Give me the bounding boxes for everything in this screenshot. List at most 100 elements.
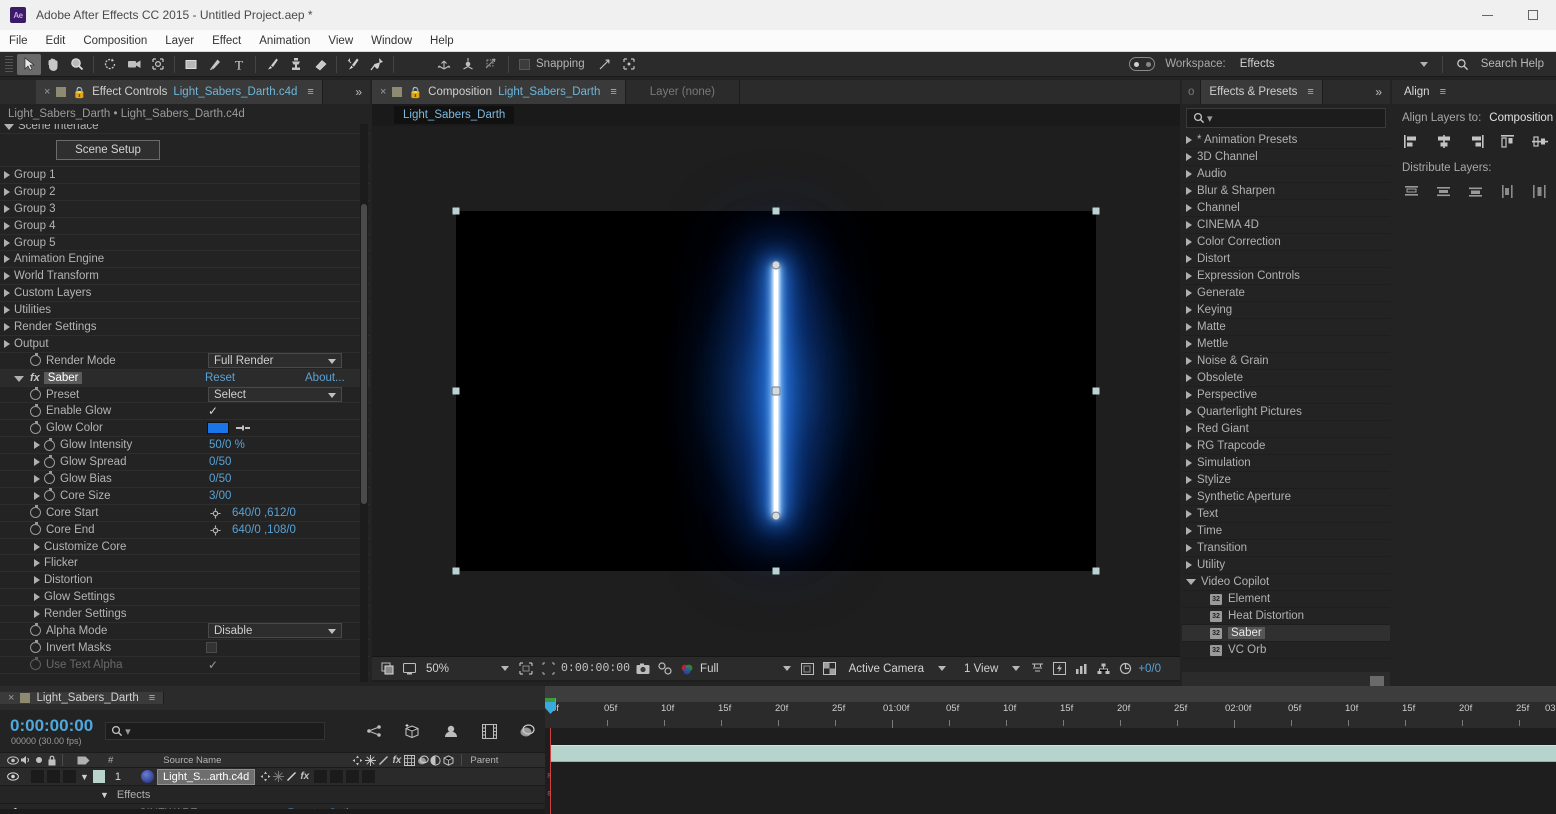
ec-row-saber-render-settings[interactable]: Render Settings	[0, 606, 370, 624]
fx-effect-element[interactable]: 32 Element	[1182, 591, 1390, 608]
panel-menu-icon[interactable]: ≡	[1440, 86, 1446, 98]
fx-category-animation-presets[interactable]: * Animation Presets	[1182, 132, 1390, 149]
frame-blend-switch-icon[interactable]	[403, 754, 416, 767]
layer-visibility-toggle[interactable]	[6, 770, 19, 783]
layer-quality-switch[interactable]	[285, 770, 298, 783]
fx-category-audio[interactable]: Audio	[1182, 166, 1390, 183]
lock-icon[interactable]: 🔒	[408, 86, 422, 99]
three-d-layer-icon[interactable]	[442, 754, 455, 767]
layer-anchor-handle[interactable]	[771, 386, 781, 396]
take-snapshot-icon[interactable]	[634, 661, 652, 677]
selection-handle-bc[interactable]	[772, 567, 780, 575]
ec-row-group-4[interactable]: Group 4	[0, 218, 370, 235]
workspace-select[interactable]: Effects	[1233, 54, 1434, 74]
region-of-interest-icon[interactable]	[517, 661, 535, 677]
fx-effect-vc-orb[interactable]: 32 VC Orb	[1182, 642, 1390, 659]
ec-row-use-text-alpha[interactable]: Use Text Alpha ✓	[0, 657, 370, 674]
fx-category-stylize[interactable]: Stylize	[1182, 472, 1390, 489]
ec-row-flicker[interactable]: Flicker	[0, 555, 370, 573]
pan-behind-tool[interactable]	[146, 54, 170, 75]
panel-menu-icon[interactable]: ≡	[149, 692, 155, 704]
label-color-icon[interactable]	[77, 754, 90, 767]
text-tool[interactable]: T	[227, 54, 251, 75]
alpha-mode-dropdown[interactable]: Disable	[208, 623, 342, 639]
tab-info-partial[interactable]: o	[1182, 80, 1202, 104]
point-control-icon[interactable]	[210, 508, 221, 519]
menu-window[interactable]: Window	[362, 33, 421, 49]
selection-tool[interactable]	[17, 53, 41, 75]
fx-category-obsolete[interactable]: Obsolete	[1182, 370, 1390, 387]
exposure-reset-icon[interactable]	[1116, 661, 1134, 677]
tab-effect-controls[interactable]: × 🔒 Effect Controls Light_Sabers_Darth.c…	[36, 80, 323, 104]
fx-category-simulation[interactable]: Simulation	[1182, 455, 1390, 472]
close-icon[interactable]: ×	[380, 86, 386, 98]
ec-row-group-1[interactable]: Group 1	[0, 167, 370, 184]
menu-effect[interactable]: Effect	[203, 33, 250, 49]
layer-adjustment-switch[interactable]	[346, 770, 360, 783]
stopwatch-icon[interactable]	[30, 522, 41, 536]
align-horizontal-center-icon[interactable]	[1428, 130, 1460, 152]
fx-category-distort[interactable]: Distort	[1182, 251, 1390, 268]
align-top-icon[interactable]	[1492, 130, 1524, 152]
stopwatch-icon[interactable]	[30, 505, 41, 519]
tab-timeline-comp[interactable]: × Light_Sabers_Darth ≡	[0, 692, 165, 704]
distribute-vertical-center-icon[interactable]	[1428, 180, 1460, 202]
effect-controls-scrollbar[interactable]	[360, 124, 368, 682]
layer-transform-switch[interactable]	[259, 770, 272, 783]
fx-category-keying[interactable]: Keying	[1182, 302, 1390, 319]
close-icon[interactable]: ×	[8, 692, 14, 704]
toolbar-grip[interactable]	[5, 55, 13, 73]
ec-row-alpha-mode[interactable]: Alpha Mode Disable	[0, 623, 370, 640]
fx-category-quarterlight-pictures[interactable]: Quarterlight Pictures	[1182, 404, 1390, 421]
ec-row-preset[interactable]: Preset Select	[0, 387, 370, 404]
snap-bounds-icon[interactable]	[617, 54, 641, 75]
ec-row-core-end[interactable]: Core End 640/0 ,108/0	[0, 522, 370, 539]
selection-handle-mr[interactable]	[1092, 387, 1100, 395]
shape-tool[interactable]	[179, 54, 203, 75]
fx-category-3d-channel[interactable]: 3D Channel	[1182, 149, 1390, 166]
pixel-aspect-correction-icon[interactable]	[1028, 661, 1046, 677]
draft-3d-icon[interactable]	[403, 722, 423, 740]
ec-row-core-start[interactable]: Core Start 640/0 ,612/0	[0, 505, 370, 522]
layer-source-name[interactable]: Light_S...arth.c4d	[157, 768, 256, 785]
ec-row-invert-masks[interactable]: Invert Masks	[0, 640, 370, 657]
video-visibility-icon[interactable]	[6, 754, 19, 767]
ec-row-scene-interface[interactable]: Scene Interface	[0, 124, 370, 134]
hide-shy-layers-icon[interactable]	[441, 722, 461, 740]
adjustment-layer-icon[interactable]	[429, 754, 442, 767]
views-dropdown[interactable]: 1 View	[964, 663, 1024, 675]
column-parent-header[interactable]: Parent	[470, 755, 498, 766]
menu-layer[interactable]: Layer	[156, 33, 203, 49]
selection-handle-tr[interactable]	[1092, 207, 1100, 215]
comp-flowchart-icon[interactable]	[1094, 661, 1112, 677]
align-right-icon[interactable]	[1460, 130, 1492, 152]
ec-row-render-settings[interactable]: Render Settings	[0, 319, 370, 336]
fx-switch-icon[interactable]: fx	[390, 754, 403, 767]
effects-expand-triangle-icon[interactable]: ▼	[100, 790, 109, 800]
search-help-label[interactable]: Search Help	[1481, 58, 1544, 70]
layer-solo-toggle[interactable]	[47, 770, 60, 783]
fx-category-synthetic-aperture[interactable]: Synthetic Aperture	[1182, 489, 1390, 506]
timeline-track-area[interactable]: ⁸ ⁸	[545, 728, 1556, 814]
snap-align-icon[interactable]	[593, 54, 617, 75]
toggle-mask-icon[interactable]	[821, 661, 839, 677]
layer-duration-bar[interactable]	[551, 745, 1556, 762]
distribute-left-icon[interactable]	[1492, 180, 1524, 202]
ec-row-output[interactable]: Output	[0, 336, 370, 353]
keyframe-nav-icon[interactable]: ⁸	[547, 790, 551, 801]
zoom-tool[interactable]	[65, 54, 89, 75]
tab-align[interactable]: Align	[1404, 86, 1430, 98]
lock-icon[interactable]: 🔒	[72, 86, 86, 99]
clone-stamp-tool[interactable]	[284, 54, 308, 75]
timeline-horizontal-scrollbar[interactable]	[0, 809, 545, 814]
rotation-tool[interactable]	[98, 54, 122, 75]
fx-category-blur-sharpen[interactable]: Blur & Sharpen	[1182, 183, 1390, 200]
stopwatch-icon[interactable]	[30, 623, 41, 637]
fx-category-noise-grain[interactable]: Noise & Grain	[1182, 353, 1390, 370]
close-icon[interactable]: ×	[44, 86, 50, 98]
channel-rgb-icon[interactable]	[678, 661, 696, 677]
fx-category-rg-trapcode[interactable]: RG Trapcode	[1182, 438, 1390, 455]
pen-tool[interactable]	[203, 54, 227, 75]
stopwatch-icon[interactable]	[30, 403, 41, 417]
fx-effect-saber[interactable]: 32 Saber	[1182, 625, 1390, 642]
